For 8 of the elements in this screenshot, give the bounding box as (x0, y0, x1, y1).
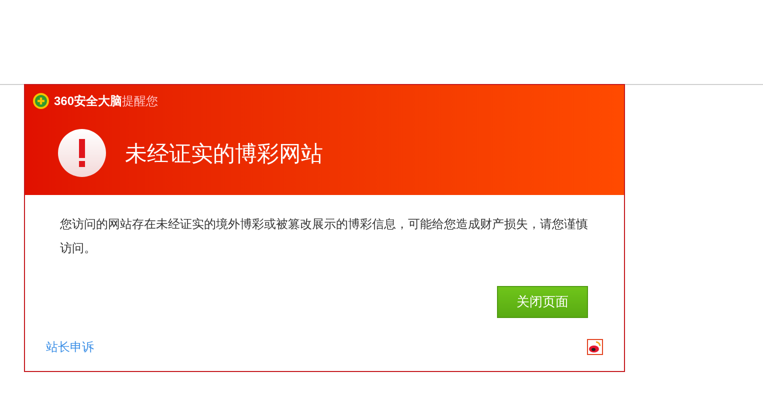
appeal-link[interactable]: 站长申诉 (46, 338, 94, 356)
brand-suffix: 提醒您 (122, 93, 158, 110)
close-page-button[interactable]: 关闭页面 (497, 286, 588, 318)
exclamation-icon (58, 129, 106, 177)
alert-title: 未经证实的博彩网站 (125, 140, 323, 168)
brand-name: 360安全大脑 (54, 93, 122, 110)
warning-message: 您访问的网站存在未经证实的境外博彩或被篡改展示的博彩信息，可能给您造成财产损失，请您谨慎访问。 (60, 216, 589, 257)
weibo-icon[interactable] (587, 339, 603, 355)
